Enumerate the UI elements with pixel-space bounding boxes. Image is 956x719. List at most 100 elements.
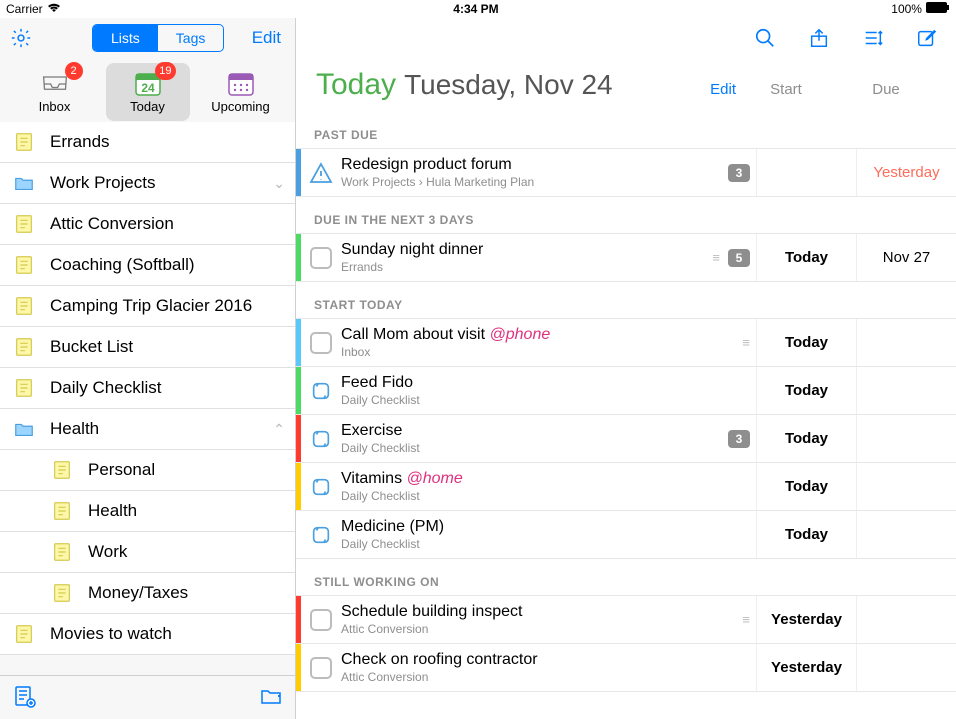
list-item[interactable]: Camping Trip Glacier 2016 <box>0 286 295 327</box>
column-due: Due <box>836 81 936 98</box>
subtask-count: 3 <box>728 430 750 448</box>
task-start: Yesterday <box>756 596 856 643</box>
list-icon <box>12 253 36 277</box>
notes-icon: ≡ <box>712 250 720 265</box>
task-checkbox[interactable] <box>301 319 341 366</box>
title-today: Today <box>316 68 396 102</box>
task-title: Schedule building inspect <box>341 603 742 621</box>
task-row[interactable]: Exercise Daily Checklist 3 Today <box>296 415 956 463</box>
sidebar: Lists Tags Edit 2 Inbox 19 24 Today <box>0 18 296 719</box>
task-subtitle: Daily Checklist <box>341 393 750 407</box>
task-title: Medicine (PM) <box>341 518 750 536</box>
main-pane: Today Tuesday, Nov 24 Edit Start Due PAS… <box>296 18 956 719</box>
list-item[interactable]: Personal <box>0 450 295 491</box>
tasks-edit-button[interactable]: Edit <box>666 81 736 98</box>
battery-pct: 100% <box>891 2 922 16</box>
settings-button[interactable] <box>8 25 34 51</box>
list-label: Movies to watch <box>50 624 285 644</box>
task-subtitle: Daily Checklist <box>341 441 728 455</box>
task-subtitle: Daily Checklist <box>341 537 750 551</box>
list-item[interactable]: Attic Conversion <box>0 204 295 245</box>
chevron-up-icon[interactable]: ⌃ <box>273 421 285 438</box>
task-start: Today <box>756 234 856 281</box>
list-label: Personal <box>88 460 285 480</box>
sort-button[interactable] <box>860 25 886 51</box>
task-due: Yesterday <box>856 149 956 196</box>
task-checkbox[interactable] <box>301 644 341 691</box>
task-row[interactable]: Medicine (PM) Daily Checklist Today <box>296 511 956 559</box>
subtask-count: 5 <box>728 249 750 267</box>
task-list[interactable]: PAST DUE Redesign product forum Work Pro… <box>296 112 956 719</box>
list-label: Health <box>50 419 273 439</box>
list-item[interactable]: Errands <box>0 122 295 163</box>
list-item[interactable]: Health⌃ <box>0 409 295 450</box>
task-row[interactable]: Call Mom about visit @phone Inbox ≡ Toda… <box>296 319 956 367</box>
task-start <box>756 149 856 196</box>
task-tag: @phone <box>490 326 551 343</box>
chevron-down-icon[interactable]: ⌄ <box>273 175 285 192</box>
list-item[interactable]: Work Projects⌄ <box>0 163 295 204</box>
folder-icon <box>12 171 36 195</box>
task-title: Exercise <box>341 422 728 440</box>
compose-button[interactable] <box>914 25 940 51</box>
page-title-row: Today Tuesday, Nov 24 Edit Start Due <box>296 58 956 112</box>
svg-text:24: 24 <box>141 81 155 95</box>
share-button[interactable] <box>806 25 832 51</box>
sidebar-header: Lists Tags Edit <box>0 18 295 58</box>
list-icon <box>50 540 74 564</box>
main-toolbar <box>296 18 956 58</box>
repeat-icon[interactable] <box>301 463 341 510</box>
task-row[interactable]: Schedule building inspect Attic Conversi… <box>296 596 956 644</box>
task-title: Redesign product forum <box>341 156 728 174</box>
sidebar-edit-button[interactable]: Edit <box>252 28 287 48</box>
tab-today[interactable]: 19 24 Today <box>106 63 190 121</box>
task-due <box>856 596 956 643</box>
list-item[interactable]: Daily Checklist <box>0 368 295 409</box>
task-checkbox[interactable] <box>301 596 341 643</box>
calendar-upcoming-icon <box>227 71 255 97</box>
new-list-button[interactable] <box>12 684 36 712</box>
tab-upcoming[interactable]: Upcoming <box>199 63 283 121</box>
task-start: Today <box>756 415 856 462</box>
list-label: Errands <box>50 132 285 152</box>
list-item[interactable]: Health <box>0 491 295 532</box>
task-due: Nov 27 <box>856 234 956 281</box>
task-title: Feed Fido <box>341 374 750 392</box>
task-row[interactable]: Feed Fido Daily Checklist Today <box>296 367 956 415</box>
segment-tags[interactable]: Tags <box>158 25 224 51</box>
list-item[interactable]: Money/Taxes <box>0 573 295 614</box>
today-badge: 19 <box>155 62 175 80</box>
repeat-icon[interactable] <box>301 511 341 558</box>
task-row[interactable]: Redesign product forum Work Projects › H… <box>296 149 956 197</box>
section-past-due: PAST DUE <box>296 112 956 149</box>
search-button[interactable] <box>752 25 778 51</box>
task-title: Vitamins @home <box>341 470 750 488</box>
task-row[interactable]: Check on roofing contractor Attic Conver… <box>296 644 956 692</box>
new-folder-button[interactable] <box>259 684 283 712</box>
list-item[interactable]: Work <box>0 532 295 573</box>
tab-inbox[interactable]: 2 Inbox <box>13 63 97 121</box>
task-due <box>856 415 956 462</box>
task-checkbox[interactable] <box>301 234 341 281</box>
list-tree[interactable]: Errands Work Projects⌄Attic Conversion Coa… <box>0 122 295 675</box>
list-icon <box>12 622 36 646</box>
list-label: Work <box>88 542 285 562</box>
inbox-icon <box>41 71 69 97</box>
list-item[interactable]: Movies to watch <box>0 614 295 655</box>
list-label: Coaching (Softball) <box>50 255 285 275</box>
list-icon <box>50 458 74 482</box>
subtask-count: 3 <box>728 164 750 182</box>
list-item[interactable]: Coaching (Softball) <box>0 245 295 286</box>
segment-lists[interactable]: Lists <box>93 25 158 51</box>
list-icon <box>12 335 36 359</box>
task-row[interactable]: Vitamins @home Daily Checklist Today <box>296 463 956 511</box>
task-icon-warning <box>301 149 341 196</box>
repeat-icon[interactable] <box>301 415 341 462</box>
task-row[interactable]: Sunday night dinner Errands ≡ 5 Today No… <box>296 234 956 282</box>
list-item[interactable]: Bucket List <box>0 327 295 368</box>
repeat-icon[interactable] <box>301 367 341 414</box>
section-start-today: START TODAY <box>296 282 956 319</box>
title-date: Tuesday, Nov 24 <box>404 69 613 101</box>
list-icon <box>12 376 36 400</box>
tab-today-label: Today <box>130 99 165 114</box>
